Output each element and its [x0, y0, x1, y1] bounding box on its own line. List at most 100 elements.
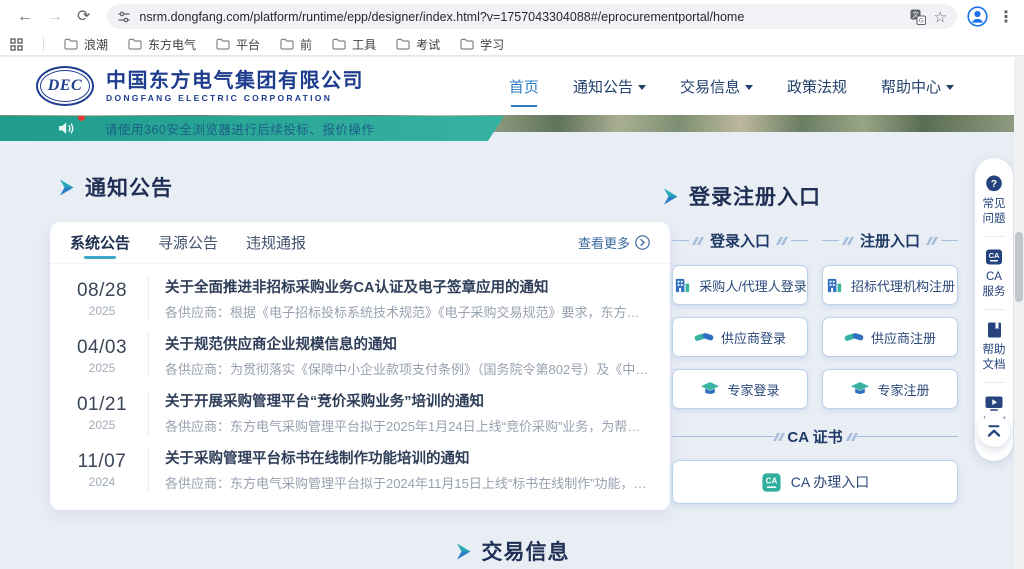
- company-name-cn: 中国东方电气集团有限公司: [106, 70, 364, 93]
- bookmark-folder-exam[interactable]: 考试: [396, 36, 440, 53]
- notice-year: 2024: [68, 475, 136, 489]
- bookmark-folder-tools[interactable]: 工具: [332, 36, 376, 53]
- expert-register-button[interactable]: 专家注册: [822, 369, 958, 409]
- nav-item-policies[interactable]: 政策法规: [787, 68, 847, 105]
- bookmark-folder-platform[interactable]: 平台: [216, 36, 260, 53]
- dec-logo-icon: DEC: [36, 66, 94, 106]
- section-arrow-icon: [455, 543, 471, 560]
- notice-title[interactable]: 关于开展采购管理平台“竞价采购业务”培训的通知: [165, 390, 652, 411]
- trade-info-section-heading: 交易信息: [0, 536, 1024, 566]
- tab-violation-reports[interactable]: 违规通报: [246, 222, 306, 264]
- nav-item-notices[interactable]: 通知公告: [573, 68, 646, 105]
- bookmark-folder-qian[interactable]: 前: [280, 36, 312, 53]
- supplier-login-button[interactable]: 供应商登录: [672, 317, 808, 357]
- nav-item-home[interactable]: 首页: [509, 68, 539, 105]
- back-icon[interactable]: ←: [17, 9, 33, 25]
- video-icon: [984, 393, 1004, 413]
- nav-item-trade-info[interactable]: 交易信息: [680, 68, 753, 105]
- notice-year: 2025: [68, 304, 136, 318]
- speaker-icon: [58, 121, 75, 136]
- handshake-icon: [694, 327, 714, 347]
- back-to-top-button[interactable]: [978, 415, 1010, 447]
- ca-service-shortcut[interactable]: CA CA服务: [981, 243, 1007, 307]
- building-icon: [673, 276, 692, 295]
- svg-text:G: G: [918, 17, 923, 24]
- bookmarks-bar: 浪潮 东方电气 平台 前 工具 考试 学习: [0, 33, 1024, 56]
- handshake-icon: [844, 327, 864, 347]
- login-section-title: 登录注册入口: [689, 181, 821, 211]
- bookmark-folder-langchao[interactable]: 浪潮: [64, 36, 108, 53]
- scrollbar-thumb[interactable]: [1015, 232, 1023, 302]
- dropdown-caret-icon: [745, 85, 753, 90]
- main-nav: 首页 通知公告 交易信息 政策法规 帮助中心: [509, 68, 954, 105]
- notice-list-item[interactable]: 08/282025 关于全面推进非招标采购业务CA认证及电子签章应用的通知各供应…: [68, 270, 652, 327]
- notice-desc: 各供应商：根据《电子招标投标系统技术规范》《电子采购交易规范》要求，东方电气采购…: [165, 302, 652, 321]
- reload-icon[interactable]: ⟳: [77, 9, 90, 25]
- help-docs-shortcut[interactable]: 帮助文档: [981, 316, 1007, 380]
- svg-text:CA: CA: [765, 476, 777, 485]
- register-group-header: 注册入口: [822, 230, 958, 251]
- apps-grid-icon[interactable]: [10, 38, 23, 51]
- login-panel: 登录入口 注册入口 采购人/代理人登录 招标代理机构注册 供应商登录: [672, 230, 958, 504]
- tab-sourcing-notices[interactable]: 寻源公告: [158, 222, 218, 264]
- graduation-cap-icon: [850, 379, 870, 399]
- tab-system-notices[interactable]: 系统公告: [70, 222, 130, 264]
- site-header: DEC 中国东方电气集团有限公司 DONGFANG ELECTRIC CORPO…: [0, 57, 1024, 115]
- notice-title[interactable]: 关于规范供应商企业规模信息的通知: [165, 333, 652, 354]
- notice-title[interactable]: 关于全面推进非招标采购业务CA认证及电子签章应用的通知: [165, 276, 652, 297]
- notice-date: 01/21: [68, 394, 136, 416]
- address-bar[interactable]: nsrm.dongfang.com/platform/runtime/epp/d…: [107, 4, 957, 29]
- scrollbar-track[interactable]: [1014, 56, 1024, 569]
- building-icon: [825, 276, 844, 295]
- expert-login-button[interactable]: 专家登录: [672, 369, 808, 409]
- ca-card-icon: CA: [984, 247, 1004, 267]
- notice-list-item[interactable]: 04/03 2025 关于规范供应商企业规模信息的通知各供应商：为贯彻落实《保障中…: [68, 327, 652, 384]
- menu-dots-icon[interactable]: ⋮: [998, 7, 1014, 27]
- notice-date: 04/03: [68, 337, 136, 359]
- ca-apply-button[interactable]: CA CA 办理入口: [672, 460, 958, 504]
- translate-icon[interactable]: 文G: [910, 9, 926, 25]
- faq-shortcut[interactable]: ? 常见问题: [981, 170, 1007, 234]
- chevron-up-icon: [986, 424, 1002, 438]
- notice-card: 系统公告 寻源公告 违规通报 查看更多 08/282025 关于全面推进非招标采…: [50, 222, 670, 510]
- alert-text: 请使用360安全浏览器进行后续投标、报价操作: [105, 119, 374, 138]
- section-arrow-icon: [662, 188, 678, 205]
- notice-year: 2025: [68, 418, 136, 432]
- notice-tabs: 系统公告 寻源公告 违规通报 查看更多: [50, 222, 670, 264]
- login-section-heading: 登录注册入口: [662, 181, 821, 211]
- dropdown-caret-icon: [946, 85, 954, 90]
- section-arrow-icon: [58, 179, 74, 196]
- dropdown-caret-icon: [638, 85, 646, 90]
- notice-title[interactable]: 关于采购管理平台标书在线制作功能培训的通知: [165, 447, 652, 468]
- forward-icon[interactable]: →: [47, 9, 63, 25]
- svg-text:CA: CA: [989, 251, 1000, 260]
- notice-desc: 各供应商：东方电气采购管理平台拟于2024年11月15日上线“标书在线制作”功能…: [165, 473, 652, 492]
- notice-desc: 各供应商：为贯彻落实《保障中小企业款项支付条例》（国务院令第802号）及《中小企…: [165, 359, 652, 378]
- agency-register-button[interactable]: 招标代理机构注册: [822, 265, 958, 305]
- supplier-register-button[interactable]: 供应商注册: [822, 317, 958, 357]
- bookmark-folder-dongfang[interactable]: 东方电气: [128, 36, 196, 53]
- notice-list-item[interactable]: 11/072024 关于采购管理平台标书在线制作功能培训的通知各供应商：东方电气…: [68, 441, 652, 498]
- screen: ← → ⟳ nsrm.dongfang.com/platform/runtime…: [0, 0, 1024, 569]
- purchaser-login-button[interactable]: 采购人/代理人登录: [672, 265, 808, 305]
- login-group-header: 登录入口: [672, 230, 808, 251]
- bookmark-folder-study[interactable]: 学习: [460, 36, 504, 53]
- trade-info-section-title: 交易信息: [482, 536, 570, 566]
- notice-section-title: 通知公告: [85, 172, 173, 202]
- url-text[interactable]: nsrm.dongfang.com/platform/runtime/epp/d…: [139, 10, 901, 24]
- question-icon: ?: [984, 174, 1004, 194]
- profile-avatar[interactable]: [967, 6, 988, 27]
- site-settings-icon[interactable]: [117, 10, 131, 24]
- graduation-cap-icon: [700, 379, 720, 399]
- bookmarks-divider: [43, 37, 44, 51]
- notice-year: 2025: [68, 361, 136, 375]
- ca-group-header: CA 证书: [672, 426, 958, 447]
- nav-item-help-center[interactable]: 帮助中心: [881, 68, 954, 105]
- bookmark-star-icon[interactable]: ☆: [934, 8, 947, 26]
- company-logo[interactable]: DEC 中国东方电气集团有限公司 DONGFANG ELECTRIC CORPO…: [36, 66, 364, 106]
- entry-group-headers: 登录入口 注册入口: [672, 230, 958, 251]
- chevron-right-circle-icon: [635, 235, 650, 250]
- view-more-link[interactable]: 查看更多: [578, 233, 650, 252]
- notice-list: 08/282025 关于全面推进非招标采购业务CA认证及电子签章应用的通知各供应…: [50, 264, 670, 498]
- notice-list-item[interactable]: 01/212025 关于开展采购管理平台“竞价采购业务”培训的通知各供应商：东方…: [68, 384, 652, 441]
